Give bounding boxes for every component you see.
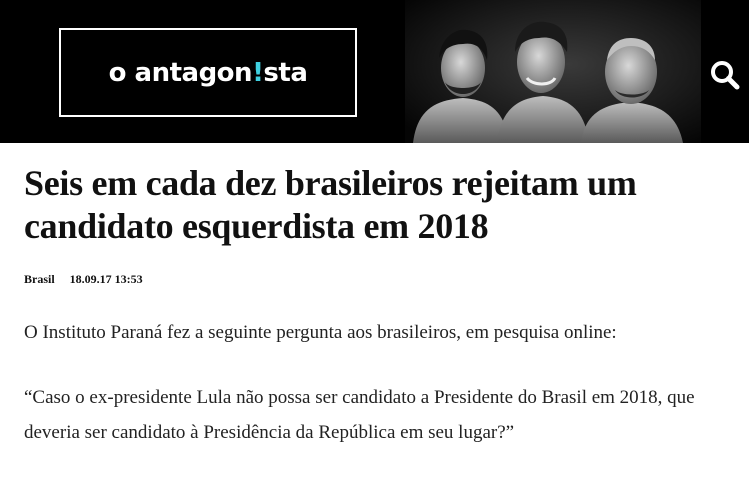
logo-text-end: sta (263, 57, 308, 88)
article-quote: “Caso o ex-presidente Lula não possa ser… (24, 387, 695, 443)
article-date: 18.09.17 13:53 (69, 272, 143, 286)
article-title: Seis em cada dez brasileiros rejeitam um… (24, 163, 637, 246)
logo-text: o antagon!sta (109, 58, 308, 88)
site-logo[interactable]: o antagon!sta (59, 28, 357, 117)
search-icon[interactable] (710, 60, 740, 90)
article-paragraph: O Instituto Paraná fez a seguinte pergun… (24, 322, 617, 343)
section-link[interactable]: Brasil (24, 272, 55, 286)
logo-text-accent: ! (252, 57, 264, 88)
site-header: o antagon!sta (0, 0, 749, 143)
article-meta: Brasil 18.09.17 13:53 (24, 272, 143, 287)
logo-text-start: o antagon (108, 57, 253, 88)
hosts-photo (405, 0, 701, 143)
hosts-photo-image (405, 0, 701, 143)
